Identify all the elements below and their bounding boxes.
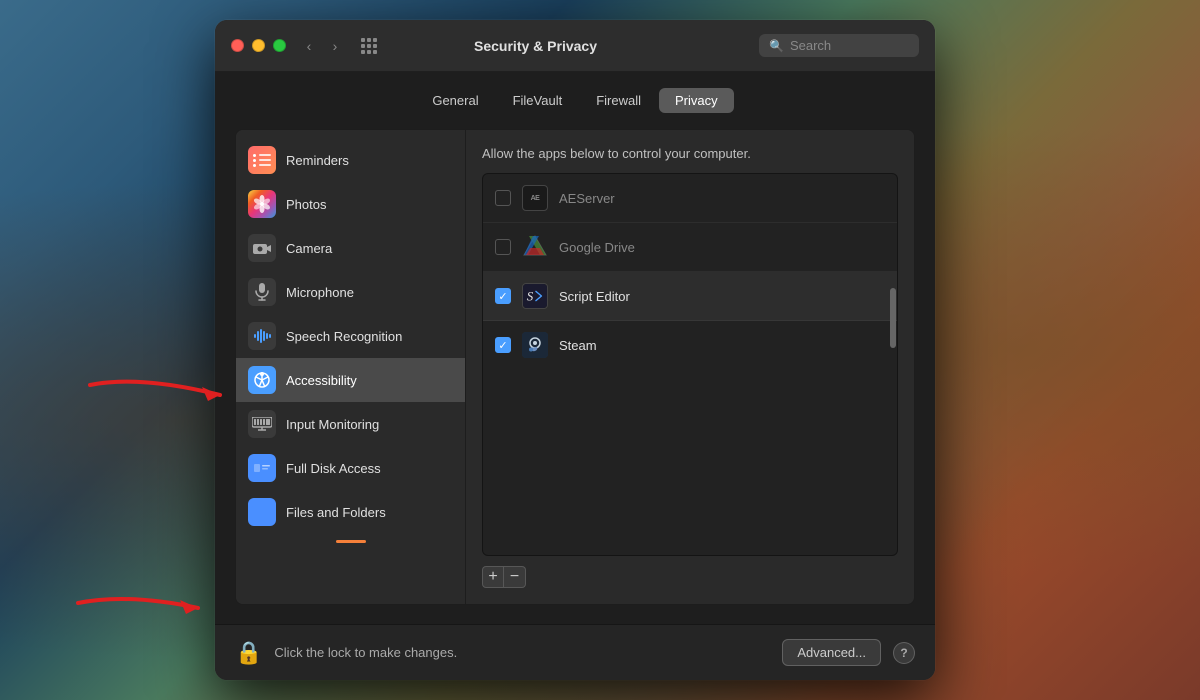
reminders-icon [248, 146, 276, 174]
search-placeholder: Search [790, 38, 831, 53]
microphone-icon [248, 278, 276, 306]
speech-recognition-icon [248, 322, 276, 350]
ae-icon: AE [522, 185, 548, 211]
main-panel: Reminders [235, 129, 915, 605]
right-panel: Allow the apps below to control your com… [466, 130, 914, 604]
sidebar-item-speech-recognition[interactable]: Speech Recognition [236, 314, 465, 358]
sidebar-item-reminders[interactable]: Reminders [236, 138, 465, 182]
panel-description: Allow the apps below to control your com… [482, 146, 898, 161]
advanced-button[interactable]: Advanced... [782, 639, 881, 666]
bottom-bar: 🔒 Click the lock to make changes. Advanc… [215, 624, 935, 680]
search-icon: 🔍 [769, 39, 784, 53]
tab-privacy[interactable]: Privacy [659, 88, 734, 113]
sidebar-label-files-and-folders: Files and Folders [286, 505, 386, 520]
steam-icon [522, 332, 548, 358]
lock-icon[interactable]: 🔒 [235, 640, 262, 666]
app-name-google-drive: Google Drive [559, 240, 635, 255]
tab-filevault[interactable]: FileVault [497, 88, 579, 113]
photos-icon [248, 190, 276, 218]
sidebar-item-photos[interactable]: Photos [236, 182, 465, 226]
app-list-inner: AE AEServer [483, 174, 897, 555]
sidebar-label-input-monitoring: Input Monitoring [286, 417, 379, 432]
checkbox-aeserver[interactable] [495, 190, 511, 206]
svg-text:S: S [527, 289, 534, 304]
google-drive-app-icon [521, 233, 549, 261]
add-app-button[interactable]: + [482, 566, 504, 588]
accessibility-icon [248, 366, 276, 394]
checkbox-google-drive[interactable] [495, 239, 511, 255]
scrollbar-track [889, 174, 897, 555]
titlebar: ‹ › Security & Privacy 🔍 Search [215, 20, 935, 72]
tab-firewall[interactable]: Firewall [580, 88, 657, 113]
remove-app-button[interactable]: − [504, 566, 526, 588]
scrollbar-thumb[interactable] [890, 288, 896, 348]
close-button[interactable] [231, 39, 244, 52]
checkbox-steam[interactable]: ✓ [495, 337, 511, 353]
script-editor-app-icon: S [521, 282, 549, 310]
sidebar-label-camera: Camera [286, 241, 332, 256]
search-bar[interactable]: 🔍 Search [759, 34, 919, 57]
app-item-aeserver: AE AEServer [483, 174, 897, 223]
system-preferences-window: ‹ › Security & Privacy 🔍 Search General … [215, 20, 935, 680]
tab-general[interactable]: General [416, 88, 494, 113]
window-title: Security & Privacy [312, 38, 759, 54]
minimize-button[interactable] [252, 39, 265, 52]
scroll-indicator [236, 534, 465, 549]
sidebar-label-speech-recognition: Speech Recognition [286, 329, 402, 344]
files-and-folders-icon [248, 498, 276, 526]
aeserver-app-icon: AE [521, 184, 549, 212]
sidebar-item-input-monitoring[interactable]: Input Monitoring [236, 402, 465, 446]
input-monitoring-icon [248, 410, 276, 438]
content-area: General FileVault Firewall Privacy [215, 72, 935, 624]
script-editor-icon: S [522, 283, 548, 309]
camera-icon [248, 234, 276, 262]
app-name-aeserver: AEServer [559, 191, 615, 206]
lock-text: Click the lock to make changes. [274, 645, 770, 660]
tab-bar: General FileVault Firewall Privacy [235, 88, 915, 113]
checkbox-script-editor[interactable]: ✓ [495, 288, 511, 304]
app-item-script-editor: ✓ S Script Editor [483, 272, 897, 321]
sidebar-item-full-disk-access[interactable]: Full Disk Access [236, 446, 465, 490]
maximize-button[interactable] [273, 39, 286, 52]
sidebar-label-microphone: Microphone [286, 285, 354, 300]
app-item-google-drive: Google Drive [483, 223, 897, 272]
app-list: AE AEServer [482, 173, 898, 556]
sidebar-item-files-and-folders[interactable]: Files and Folders [236, 490, 465, 534]
help-button[interactable]: ? [893, 642, 915, 664]
sidebar-item-accessibility[interactable]: Accessibility [236, 358, 465, 402]
privacy-sidebar: Reminders [236, 130, 466, 604]
sidebar-item-microphone[interactable]: Microphone [236, 270, 465, 314]
sidebar-label-reminders: Reminders [286, 153, 349, 168]
traffic-lights [231, 39, 286, 52]
app-name-steam: Steam [559, 338, 597, 353]
app-item-steam: ✓ [483, 321, 897, 369]
action-buttons: + − [482, 566, 898, 588]
sidebar-label-full-disk-access: Full Disk Access [286, 461, 381, 476]
sidebar-item-camera[interactable]: Camera [236, 226, 465, 270]
steam-app-icon [521, 331, 549, 359]
app-name-script-editor: Script Editor [559, 289, 630, 304]
sidebar-label-accessibility: Accessibility [286, 373, 357, 388]
full-disk-access-icon [248, 454, 276, 482]
sidebar-label-photos: Photos [286, 197, 326, 212]
